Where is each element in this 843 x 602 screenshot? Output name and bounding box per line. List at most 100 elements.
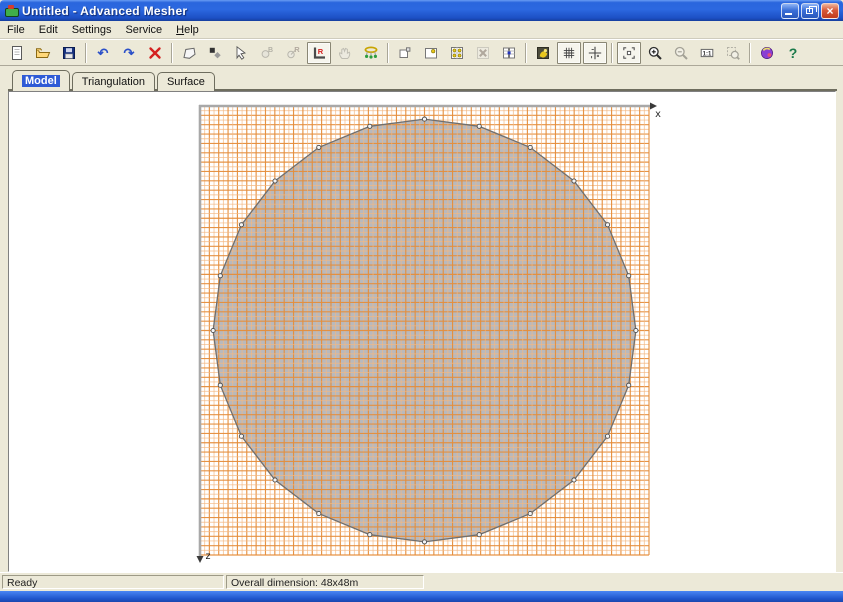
rect-node-button[interactable] <box>419 42 443 64</box>
nodeR-icon: R <box>285 45 301 61</box>
svg-text:1:1: 1:1 <box>703 51 712 57</box>
tab-triangulation[interactable]: Triangulation <box>72 72 155 91</box>
region-tool-button[interactable] <box>177 42 201 64</box>
svg-text:↶: ↶ <box>97 45 109 60</box>
axes-toggle-button[interactable] <box>583 42 607 64</box>
lamp-icon <box>535 45 551 61</box>
mesh-drawing[interactable]: xz <box>9 92 837 571</box>
vertex-marker <box>273 478 277 482</box>
open-button[interactable] <box>31 42 55 64</box>
zoom-in-button[interactable] <box>643 42 667 64</box>
close-icon: × <box>822 4 838 18</box>
vertex-marker <box>627 383 631 387</box>
vertex-marker <box>605 434 609 438</box>
vertex-marker <box>368 124 372 128</box>
grid-toggle-button[interactable] <box>557 42 581 64</box>
minimize-icon <box>785 13 792 15</box>
region-icon <box>181 45 197 61</box>
zoomout-icon <box>673 45 689 61</box>
corner-lr-button[interactable]: R <box>307 42 331 64</box>
vertex-marker <box>627 274 631 278</box>
ball-icon <box>759 45 775 61</box>
vertex-marker <box>422 117 426 121</box>
create-rect-button[interactable] <box>393 42 417 64</box>
help-button[interactable]: ? <box>781 42 805 64</box>
svg-text:R: R <box>318 47 324 56</box>
menu-help[interactable]: Help <box>169 23 206 37</box>
page-icon <box>9 45 25 61</box>
minimize-button[interactable] <box>781 3 799 19</box>
vertex-marker <box>317 511 321 515</box>
zoom-window-button[interactable] <box>721 42 745 64</box>
app-icon[interactable] <box>4 4 18 18</box>
help-icon: ? <box>785 45 801 61</box>
table-icon <box>363 45 379 61</box>
node-r-button[interactable]: R <box>281 42 305 64</box>
model-canvas[interactable]: xz <box>8 91 836 572</box>
vertex-marker <box>239 434 243 438</box>
window-bottom-edge <box>0 591 843 602</box>
new-button[interactable] <box>5 42 29 64</box>
select-pointer-button[interactable] <box>229 42 253 64</box>
rect-icon <box>397 45 413 61</box>
vertex-marker <box>605 223 609 227</box>
folder-icon <box>35 45 51 61</box>
frame-icon <box>621 45 637 61</box>
toolbar-separator <box>387 43 389 63</box>
vertex-marker <box>239 223 243 227</box>
restore-button[interactable] <box>801 3 819 19</box>
floppy-icon <box>61 45 77 61</box>
svg-text:B: B <box>268 47 273 54</box>
grid-node-button[interactable] <box>497 42 521 64</box>
undo-icon: ↶ <box>95 45 111 61</box>
coordinate-table-button[interactable] <box>359 42 383 64</box>
hash-icon <box>561 45 577 61</box>
vertex-marker <box>477 124 481 128</box>
save-button[interactable] <box>57 42 81 64</box>
toolbar-group: BRR <box>176 42 384 64</box>
status-bar: Ready Overall dimension: 48x48m <box>0 572 843 592</box>
toolbar-separator <box>171 43 173 63</box>
zoomin-icon <box>647 45 663 61</box>
title-bar: Untitled - Advanced Mesher × <box>0 0 843 21</box>
delete-button[interactable] <box>143 42 167 64</box>
vertex-marker <box>218 383 222 387</box>
grid-points-button[interactable] <box>445 42 469 64</box>
tab-label: Triangulation <box>82 76 145 88</box>
render-button[interactable] <box>531 42 555 64</box>
menu-file[interactable]: File <box>0 23 32 37</box>
menu-service[interactable]: Service <box>118 23 169 37</box>
tab-surface[interactable]: Surface <box>157 72 215 91</box>
about-button[interactable] <box>755 42 779 64</box>
vertex-marker <box>422 540 426 544</box>
tab-label: Model <box>22 75 60 87</box>
vertex-marker <box>317 145 321 149</box>
vertex-marker <box>634 328 638 332</box>
tab-model[interactable]: Model <box>12 70 70 91</box>
toolbar-separator <box>525 43 527 63</box>
vertex-marker <box>273 179 277 183</box>
zoom-extents-button[interactable] <box>617 42 641 64</box>
redo-icon: ↷ <box>121 45 137 61</box>
restore-icon <box>806 8 813 14</box>
add-node-button[interactable] <box>203 42 227 64</box>
undo-button[interactable]: ↶ <box>91 42 115 64</box>
close-button[interactable]: × <box>821 3 839 19</box>
gridblue-icon <box>501 45 517 61</box>
zoom-out-button[interactable] <box>669 42 693 64</box>
toolbar-separator <box>611 43 613 63</box>
z-axis-arrow <box>197 556 204 563</box>
redo-button[interactable]: ↷ <box>117 42 141 64</box>
window-controls: × <box>781 3 843 19</box>
toolbar: ↶ ↷ B R R 1:1? <box>0 39 843 66</box>
zoom-actual-button[interactable]: 1:1 <box>695 42 719 64</box>
delete-region-button[interactable] <box>471 42 495 64</box>
zoomwin-icon <box>725 45 741 61</box>
toolbar-group <box>4 42 82 64</box>
menu-bar: FileEditSettingsServiceHelp <box>0 21 843 39</box>
pan-hand-button[interactable] <box>333 42 357 64</box>
menu-settings[interactable]: Settings <box>65 23 119 37</box>
node-b-button[interactable]: B <box>255 42 279 64</box>
menu-edit[interactable]: Edit <box>32 23 65 37</box>
toolbar-separator <box>85 43 87 63</box>
